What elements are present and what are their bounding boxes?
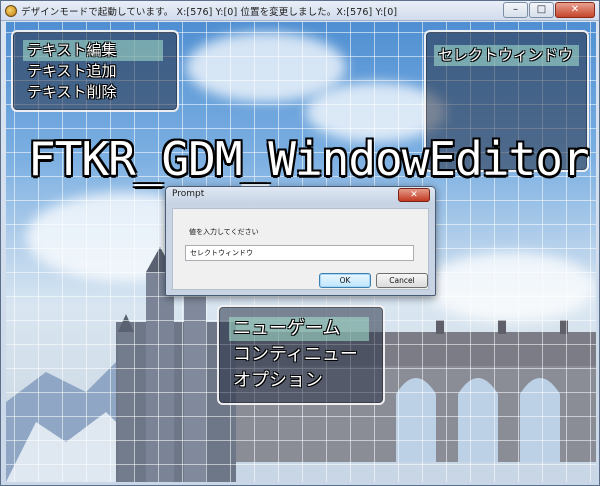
command-options[interactable]: オプション — [229, 369, 369, 393]
window-title: デザインモードで起動しています。 X:[576] Y:[0] 位置を変更しました… — [21, 6, 398, 18]
menu-item-add-text[interactable]: テキスト追加 — [23, 61, 163, 82]
prompt-body: 値を入力してください セレクトウィンドウ OK Cancel — [172, 208, 429, 290]
ok-button[interactable]: OK — [319, 273, 371, 288]
menu-item-edit-text[interactable]: テキスト編集 — [23, 40, 163, 61]
game-title-logo: FTKR_GDM_WindowEditor — [28, 132, 590, 186]
cancel-button[interactable]: Cancel — [376, 273, 428, 288]
command-new-game[interactable]: ニューゲーム — [229, 317, 369, 341]
prompt-input[interactable]: セレクトウィンドウ — [185, 245, 414, 261]
command-continue[interactable]: コンティニュー — [229, 343, 369, 367]
close-button[interactable]: ✕ — [555, 2, 595, 18]
minimize-button[interactable]: – — [503, 2, 528, 18]
prompt-close-button[interactable]: ✕ — [398, 188, 430, 202]
prompt-dialog: Prompt ✕ 値を入力してください セレクトウィンドウ OK Cancel — [165, 186, 436, 296]
maximize-button[interactable]: □ — [529, 2, 554, 18]
menu-item-delete-text[interactable]: テキスト削除 — [23, 82, 163, 103]
app-icon — [5, 4, 17, 17]
window-controls: – □ ✕ — [503, 2, 595, 18]
title-command-window[interactable]: ニューゲーム コンティニュー オプション — [217, 305, 385, 405]
text-menu-window[interactable]: テキスト編集 テキスト追加 テキスト削除 — [11, 30, 179, 112]
prompt-title: Prompt — [172, 189, 205, 199]
prompt-message: 値を入力してください — [189, 228, 259, 236]
select-window-item[interactable]: セレクトウィンドウ — [434, 45, 579, 66]
app-window: デザインモードで起動しています。 X:[576] Y:[0] 位置を変更しました… — [0, 0, 600, 486]
prompt-titlebar[interactable]: Prompt ✕ — [166, 187, 435, 204]
window-titlebar[interactable]: デザインモードで起動しています。 X:[576] Y:[0] 位置を変更しました… — [1, 1, 599, 21]
